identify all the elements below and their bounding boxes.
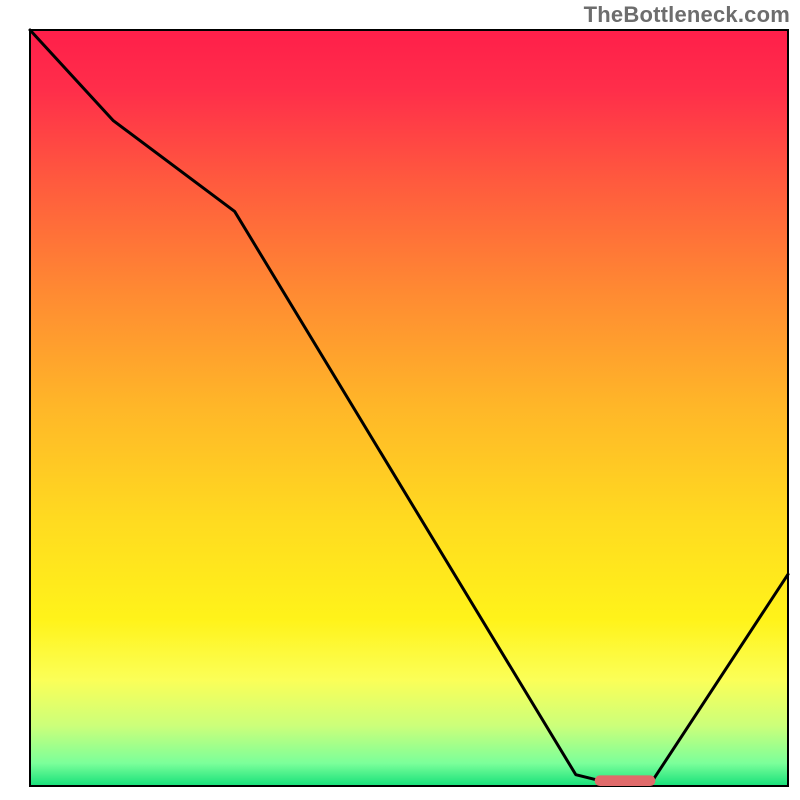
watermark-label: TheBottleneck.com — [584, 2, 790, 28]
bottleneck-chart — [0, 0, 800, 800]
chart-container: TheBottleneck.com — [0, 0, 800, 800]
optimum-marker — [595, 775, 656, 786]
